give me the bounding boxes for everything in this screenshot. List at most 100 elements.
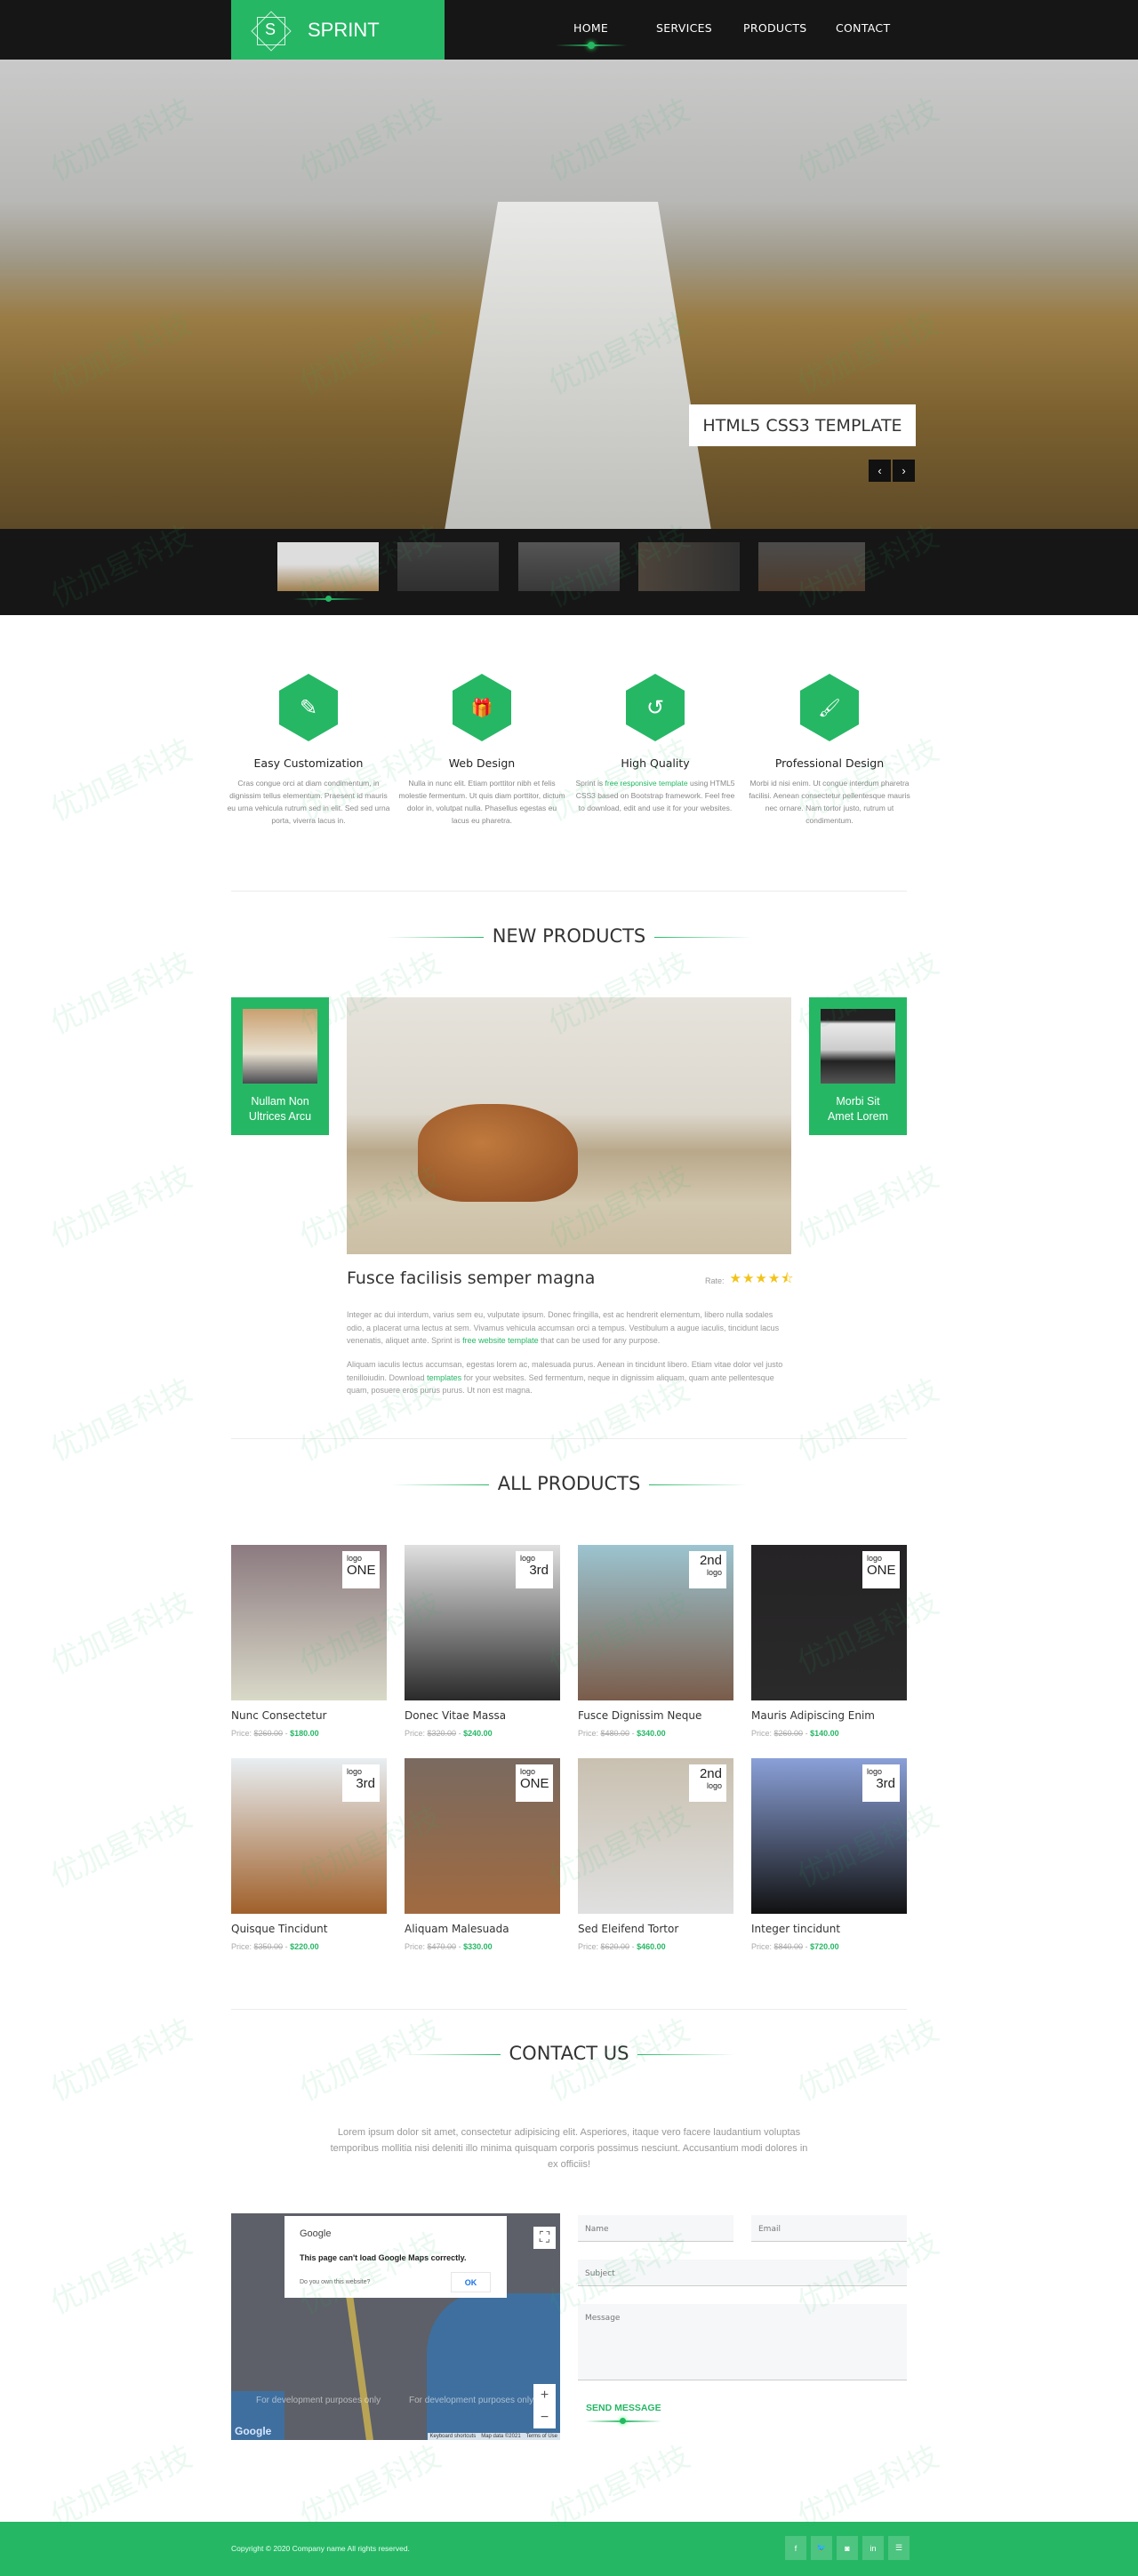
logo-badge: 2nd logo xyxy=(689,1551,726,1588)
logo-badge: logo ONE xyxy=(342,1551,380,1588)
hero-image-stairs xyxy=(445,202,711,531)
product-image: 2nd logo xyxy=(578,1758,733,1914)
product-name[interactable]: Fusce Dignissim Neque xyxy=(578,1709,733,1722)
terms-link[interactable]: Terms of Use xyxy=(526,2434,557,2439)
watermark: 优加星科技 xyxy=(792,2439,944,2534)
facebook-icon[interactable]: f xyxy=(785,2536,806,2560)
prev-product-card[interactable]: Nullam Non Ultrices Arcu xyxy=(231,997,329,1135)
product-card[interactable]: logo ONE Nunc Consectetur Price: $260.00 … xyxy=(231,1545,387,1738)
google-map[interactable]: For development purposes only For develo… xyxy=(231,2213,560,2440)
watermark: 优加星科技 xyxy=(45,1586,197,1681)
badge-sub: logo xyxy=(706,1781,722,1790)
product-card[interactable]: logo 3rd Quisque Tincidunt Price: $350.00… xyxy=(231,1758,387,1951)
product-name[interactable]: Aliquam Malesuada xyxy=(405,1923,560,1935)
product-price: Price: $620.00 - $460.00 xyxy=(578,1942,666,1951)
watermark: 优加星科技 xyxy=(792,1159,944,1254)
price-label: Price: xyxy=(751,1729,773,1738)
product-card[interactable]: logo ONE Mauris Adipiscing Enim Price: $2… xyxy=(751,1545,907,1738)
product-name[interactable]: Sed Eleifend Tortor xyxy=(578,1923,733,1935)
product-card[interactable]: logo 3rd Integer tincidunt Price: $840.00… xyxy=(751,1758,907,1951)
badge-sub: logo xyxy=(867,1554,883,1563)
product-image xyxy=(243,1009,317,1084)
name-input[interactable]: Name xyxy=(578,2215,733,2242)
nav-contact[interactable]: CONTACT xyxy=(836,21,890,35)
badge-main: 3rd xyxy=(356,1776,375,1791)
old-price: $620.00 xyxy=(600,1942,630,1951)
feature-text: Sprint is free responsive template using… xyxy=(566,777,744,814)
logo[interactable]: S SPRINT xyxy=(231,0,445,60)
product-card[interactable]: logo ONE Aliquam Malesuada Price: $470.00… xyxy=(405,1758,560,1951)
twitter-icon[interactable]: 🐦 xyxy=(811,2536,832,2560)
product-image xyxy=(821,1009,895,1084)
product-name[interactable]: Nunc Consectetur xyxy=(231,1709,387,1722)
old-price: $320.00 xyxy=(427,1729,457,1738)
next-product-card[interactable]: Morbi Sit Amet Lorem xyxy=(809,997,907,1135)
divider xyxy=(231,1438,907,1439)
new-price: $330.00 xyxy=(463,1942,493,1951)
subject-input[interactable]: Subject xyxy=(578,2260,907,2286)
product-image: logo ONE xyxy=(405,1758,560,1914)
product-card[interactable]: logo 3rd Donec Vitae Massa Price: $320.00… xyxy=(405,1545,560,1738)
watermark: 优加星科技 xyxy=(45,2226,197,2321)
nav-products[interactable]: PRODUCTS xyxy=(743,21,807,35)
divider xyxy=(231,2009,907,2010)
logo-badge: 2nd logo xyxy=(689,1764,726,1802)
thumbnail[interactable] xyxy=(638,542,740,591)
new-price: $720.00 xyxy=(810,1942,839,1951)
free-template-link[interactable]: free responsive template xyxy=(605,779,688,788)
copyright: Copyright © 2020 Company name All rights… xyxy=(231,2544,410,2553)
badge-sub: logo xyxy=(520,1554,536,1563)
thumbnail[interactable] xyxy=(277,542,379,591)
instagram-icon[interactable]: ◙ xyxy=(837,2536,858,2560)
rss-icon[interactable]: ☰ xyxy=(888,2536,910,2560)
price-label: Price: xyxy=(231,1729,252,1738)
heading-line xyxy=(649,1484,748,1485)
product-name[interactable]: Quisque Tincidunt xyxy=(231,1923,387,1935)
fullscreen-icon[interactable]: ⛶ xyxy=(533,2227,556,2249)
watermark: 优加星科技 xyxy=(45,1372,197,1468)
product-name[interactable]: Donec Vitae Massa xyxy=(405,1709,560,1722)
message-textarea[interactable]: Message xyxy=(578,2304,907,2380)
zoom-in-button[interactable]: + xyxy=(533,2384,556,2406)
product-price: Price: $260.00 - $180.00 xyxy=(231,1729,319,1738)
all-products-heading: ALL PRODUCTS xyxy=(0,1473,1138,1494)
product-name[interactable]: Mauris Adipiscing Enim xyxy=(751,1709,907,1722)
price-label: Price: xyxy=(578,1942,599,1951)
badge-main: 2nd xyxy=(699,1553,722,1568)
product-price: Price: $470.00 - $330.00 xyxy=(405,1942,493,1951)
nav-home[interactable]: HOME xyxy=(573,21,608,35)
thumbnail[interactable] xyxy=(397,542,499,591)
new-price: $140.00 xyxy=(810,1729,839,1738)
logo-letter: S xyxy=(264,20,276,38)
watermark: 优加星科技 xyxy=(45,2439,197,2534)
contact-intro: Lorem ipsum dolor sit amet, consectetur … xyxy=(330,2127,808,2170)
free-website-template-link[interactable]: free website template xyxy=(462,1336,539,1345)
linkedin-icon[interactable]: in xyxy=(862,2536,884,2560)
nav-services[interactable]: SERVICES xyxy=(656,21,712,35)
hero-caption: HTML5 CSS3 TEMPLATE xyxy=(689,404,916,446)
keyboard-shortcuts-link[interactable]: Keyboard shortcuts xyxy=(430,2434,477,2439)
product-card[interactable]: 2nd logo Fusce Dignissim Neque Price: $48… xyxy=(578,1545,733,1738)
highland-cow-shape xyxy=(418,1104,578,1202)
product-name[interactable]: Integer tincidunt xyxy=(751,1923,907,1935)
slider-prev-button[interactable]: ‹ xyxy=(869,460,891,482)
logo-badge: logo ONE xyxy=(516,1764,553,1802)
dialog-ok-button[interactable]: OK xyxy=(451,2272,491,2292)
product-image: logo ONE xyxy=(231,1545,387,1700)
watermark: 优加星科技 xyxy=(45,1159,197,1254)
thumbnail[interactable] xyxy=(518,542,620,591)
divider xyxy=(231,891,907,892)
own-website-link[interactable]: Do you own this website? xyxy=(300,2279,370,2285)
rating: Rate: ★★★★⯪ xyxy=(705,1269,795,1292)
send-message-button[interactable]: SEND MESSAGE xyxy=(586,2403,661,2413)
zoom-out-button[interactable]: − xyxy=(533,2406,556,2428)
slider-next-button[interactable]: › xyxy=(893,460,915,482)
email-input[interactable]: Email xyxy=(751,2215,907,2242)
map-error-dialog: Google This page can't load Google Maps … xyxy=(284,2216,507,2298)
new-price: $460.00 xyxy=(637,1942,666,1951)
templates-link[interactable]: templates xyxy=(427,1373,461,1382)
product-card[interactable]: 2nd logo Sed Eleifend Tortor Price: $620.… xyxy=(578,1758,733,1951)
product-price: Price: $480.00 - $340.00 xyxy=(578,1729,666,1738)
card-title: Ultrices Arcu xyxy=(248,1110,312,1123)
thumbnail[interactable] xyxy=(758,542,865,591)
